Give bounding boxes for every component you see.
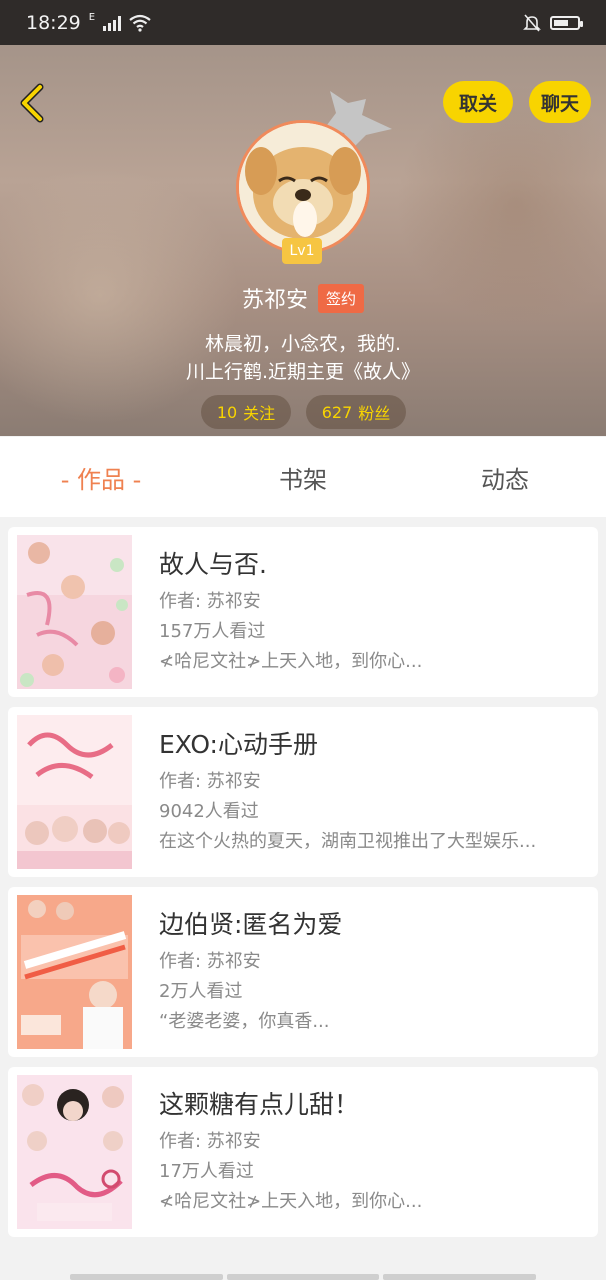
unfollow-button[interactable]: 取关: [443, 81, 513, 123]
work-info: EXO:心动手册 作者: 苏祁安 9042人看过 在这个火热的夏天，湖南卫视推出…: [159, 725, 582, 857]
work-author: 作者: 苏祁安: [159, 591, 261, 612]
chevron-left-icon: [20, 83, 44, 123]
work-views: 157万人看过: [159, 621, 266, 642]
fans-count: 627: [321, 402, 353, 422]
book-cover-image: [17, 895, 132, 1049]
work-summary: 在这个火热的夏天，湖南卫视推出了大型娱乐...: [159, 831, 537, 852]
back-button[interactable]: [14, 81, 54, 125]
signed-badge: 签约: [318, 283, 365, 313]
fans-stat[interactable]: 627 粉丝: [306, 395, 406, 429]
book-cover-image: [17, 535, 132, 689]
work-card[interactable]: 这颗糖有点儿甜！ 作者: 苏祁安 17万人看过 ≮哈尼文社≯上天入地，到你心..…: [8, 1067, 598, 1237]
indicator-bar: [70, 1274, 223, 1280]
status-time: 18:29: [26, 11, 81, 34]
avatar[interactable]: [236, 120, 370, 254]
work-views: 9042人看过: [159, 801, 259, 822]
work-views: 2万人看过: [159, 981, 243, 1002]
bio-line-2: 川上行鹤.近期主更《故人》: [185, 361, 421, 383]
mute-bell-icon: [523, 13, 541, 32]
book-cover-image: [17, 1075, 132, 1229]
work-author: 作者: 苏祁安: [159, 771, 261, 792]
works-list: 故人与否. 作者: 苏祁安 157万人看过 ≮哈尼文社≯上天入地，到你心... …: [8, 527, 598, 1247]
bottom-indicators: [70, 1274, 537, 1280]
chat-button[interactable]: 聊天: [529, 81, 591, 123]
work-title: 边伯贤:匿名为爱: [159, 910, 343, 939]
work-summary: “老婆老婆，你真香...: [159, 1011, 330, 1032]
level-badge: Lv1: [282, 238, 322, 264]
tab-bookshelf[interactable]: 书架: [202, 437, 404, 517]
status-left: 18:29 E: [26, 12, 151, 34]
work-card[interactable]: EXO:心动手册 作者: 苏祁安 9042人看过 在这个火热的夏天，湖南卫视推出…: [8, 707, 598, 877]
dog-avatar-image: [239, 123, 367, 251]
work-title: 故人与否.: [159, 550, 267, 579]
work-summary: ≮哈尼文社≯上天入地，到你心...: [159, 1191, 423, 1212]
username: 苏祁安: [241, 288, 308, 313]
book-cover-image: [17, 715, 132, 869]
indicator-bar: [383, 1274, 537, 1280]
work-card[interactable]: 边伯贤:匿名为爱 作者: 苏祁安 2万人看过 “老婆老婆，你真香...: [8, 887, 598, 1057]
work-info: 这颗糖有点儿甜！ 作者: 苏祁安 17万人看过 ≮哈尼文社≯上天入地，到你心..…: [159, 1085, 582, 1217]
following-stat[interactable]: 10 关注: [201, 395, 291, 429]
fans-label: 粉丝: [358, 404, 391, 423]
work-summary: ≮哈尼文社≯上天入地，到你心...: [159, 651, 423, 672]
work-card[interactable]: 故人与否. 作者: 苏祁安 157万人看过 ≮哈尼文社≯上天入地，到你心...: [8, 527, 598, 697]
work-title: EXO:心动手册: [159, 730, 318, 759]
profile-header: 取关 聊天 Lv1 苏祁安 签约 林晨初，小念农，我的. 川上行鹤.近期主更《故…: [0, 45, 606, 436]
username-row: 苏祁安 签约: [0, 278, 606, 318]
work-info: 故人与否. 作者: 苏祁安 157万人看过 ≮哈尼文社≯上天入地，到你心...: [159, 545, 582, 677]
following-label: 关注: [243, 404, 276, 423]
tab-works[interactable]: - 作品 -: [0, 437, 202, 517]
status-right: [522, 13, 583, 33]
bio-line-1: 林晨初，小念农，我的.: [204, 333, 402, 355]
work-author: 作者: 苏祁安: [159, 951, 261, 972]
status-bar: 18:29 E: [0, 0, 606, 45]
indicator-bar: [226, 1274, 380, 1280]
network-type: E: [88, 12, 96, 23]
signal-icon: [103, 15, 122, 31]
work-author: 作者: 苏祁安: [159, 1131, 261, 1152]
work-title: 这颗糖有点儿甜！: [159, 1090, 360, 1119]
profile-tabs: - 作品 - 书架 动态: [0, 437, 606, 517]
work-info: 边伯贤:匿名为爱 作者: 苏祁安 2万人看过 “老婆老婆，你真香...: [159, 905, 582, 1037]
wifi-icon: [129, 14, 151, 32]
following-count: 10: [216, 402, 238, 422]
work-views: 17万人看过: [159, 1161, 254, 1182]
tab-activity[interactable]: 动态: [404, 437, 606, 517]
battery-icon: [550, 15, 583, 30]
